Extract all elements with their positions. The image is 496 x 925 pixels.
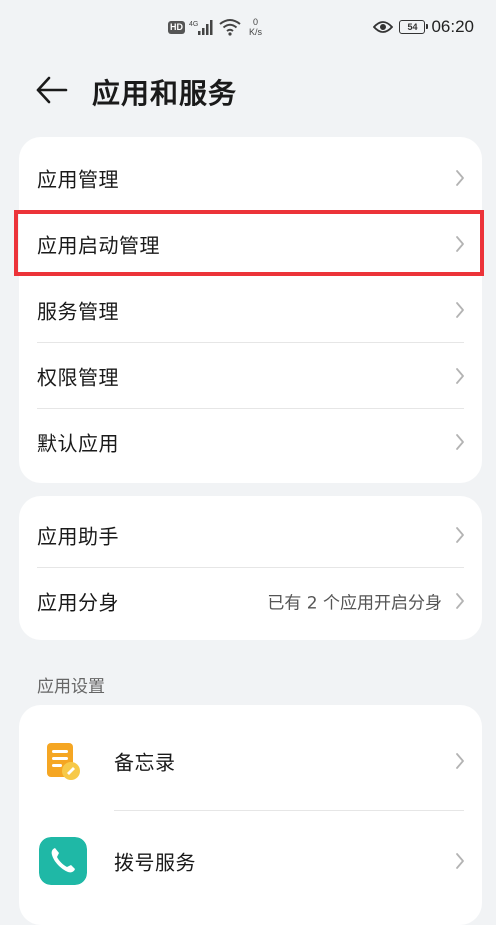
clock: 06:20 (431, 17, 474, 36)
phone-icon (39, 837, 87, 885)
notes-app-item[interactable]: 备忘录 (19, 711, 482, 811)
app-twin-status: 已有 2 个应用开启分身 (267, 593, 442, 614)
item-label: 拨号服务 (114, 850, 196, 875)
app-tools-group: 应用助手 应用分身 已有 2 个应用开启分身 (19, 496, 482, 640)
app-launch-management-item[interactable]: 应用启动管理 (19, 211, 482, 277)
chevron-right-icon (456, 527, 464, 543)
back-arrow-icon[interactable] (34, 74, 68, 106)
app-management-item[interactable]: 应用管理 (19, 145, 482, 211)
chevron-right-icon (456, 753, 464, 769)
item-label: 应用分身 (37, 590, 119, 615)
battery-icon: 54 (399, 20, 429, 34)
battery-level: 54 (407, 22, 418, 32)
signal-tag: 4G (189, 21, 198, 28)
network-speed: 0 K/s (249, 17, 262, 37)
status-icons: HD 4G 0 K/s (168, 14, 262, 40)
chevron-right-icon (456, 170, 464, 186)
wifi-icon (219, 19, 241, 36)
service-management-item[interactable]: 服务管理 (19, 277, 482, 343)
permission-management-item[interactable]: 权限管理 (19, 343, 482, 409)
item-label: 应用助手 (37, 524, 119, 549)
dialer-service-item[interactable]: 拨号服务 (19, 811, 482, 911)
item-label: 服务管理 (37, 299, 119, 324)
item-label: 默认应用 (37, 431, 119, 456)
cellular-signal-icon: 4G (189, 20, 213, 35)
item-label: 备忘录 (114, 750, 176, 775)
notepad-icon (47, 743, 80, 780)
item-label: 应用启动管理 (37, 233, 160, 258)
chevron-right-icon (456, 593, 464, 609)
app-assistant-item[interactable]: 应用助手 (19, 502, 482, 568)
item-label: 应用管理 (37, 167, 119, 192)
network-speed-value: 0 (253, 17, 259, 27)
chevron-right-icon (456, 434, 464, 450)
chevron-right-icon (456, 236, 464, 252)
status-right: 54 06:20 (373, 14, 474, 40)
default-apps-item[interactable]: 默认应用 (19, 409, 482, 475)
chevron-right-icon (456, 302, 464, 318)
app-settings-group: 备忘录 拨号服务 (19, 705, 482, 925)
title-bar: 应用和服务 (0, 62, 496, 118)
eye-icon (373, 21, 394, 33)
section-header-app-settings: 应用设置 (37, 677, 105, 697)
chevron-right-icon (456, 853, 464, 869)
app-management-group: 应用管理 应用启动管理 服务管理 权限管理 默认应用 (19, 137, 482, 483)
hd-badge: HD (168, 20, 185, 34)
network-speed-unit: K/s (249, 27, 263, 37)
chevron-right-icon (456, 368, 464, 384)
item-label: 权限管理 (37, 365, 119, 390)
page-title: 应用和服务 (92, 77, 238, 110)
status-bar: HD 4G 0 K/s 54 06:20 (0, 0, 496, 56)
app-twin-item[interactable]: 应用分身 已有 2 个应用开启分身 (19, 568, 482, 634)
